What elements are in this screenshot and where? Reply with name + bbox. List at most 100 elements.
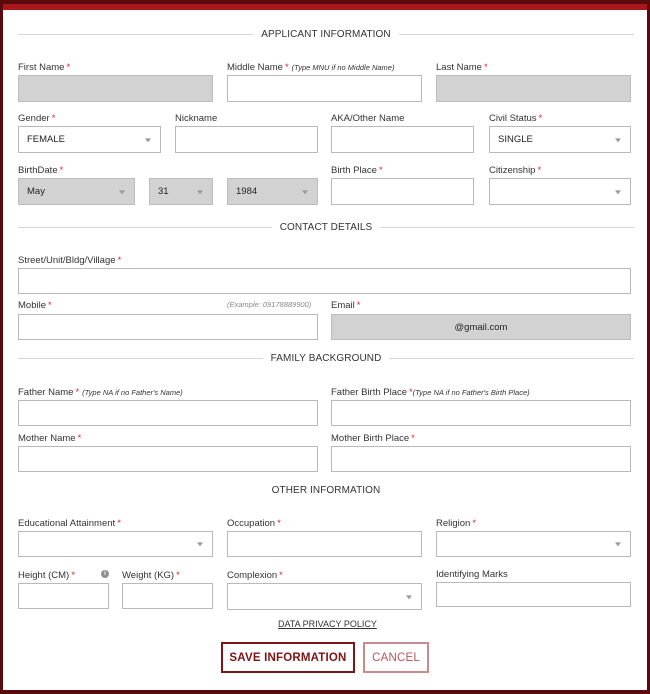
label-text: Educational Attainment: [18, 518, 116, 529]
required-asterisk: *: [483, 62, 488, 73]
required-asterisk: *: [176, 570, 180, 581]
required-asterisk: *: [284, 62, 289, 73]
window-top-border: [0, 0, 650, 4]
label-text: Religion: [436, 518, 471, 529]
mother-birth-place-label: Mother Birth Place *: [331, 433, 415, 444]
label-text: Mobile: [18, 300, 46, 311]
section-title: APPLICANT INFORMATION: [261, 28, 391, 40]
divider: [18, 357, 263, 359]
data-privacy-policy-link[interactable]: DATA PRIVACY POLICY: [278, 619, 377, 629]
occupation-input[interactable]: [227, 531, 422, 557]
label-text: Middle Name: [227, 62, 283, 73]
field-value: 31: [158, 186, 169, 197]
gender-select[interactable]: FEMALE: [18, 126, 161, 153]
label-text: Occupation: [227, 518, 276, 529]
middle-name-hint: (Type MNU if no Middle Name): [291, 63, 395, 72]
divider: [398, 33, 634, 35]
gender-label: Gender *: [18, 113, 55, 124]
height-input[interactable]: [18, 583, 109, 609]
father-name-hint: (Type NA if no Father's Name): [82, 388, 183, 397]
required-asterisk: *: [66, 62, 71, 73]
middle-name-label: Middle Name * (Type MNU if no Middle Name): [227, 62, 394, 73]
required-asterisk: *: [538, 113, 543, 124]
section-contact-details: CONTACT DETAILS: [18, 220, 634, 234]
label-text: Height (CM): [18, 570, 70, 581]
citizenship-select[interactable]: [489, 178, 631, 205]
mother-name-input[interactable]: [18, 446, 318, 472]
dropdown-caret-icon: [197, 542, 203, 547]
required-asterisk: *: [472, 518, 477, 529]
dropdown-caret-icon: [302, 189, 308, 194]
divider: [18, 226, 272, 228]
label-text: Father Name: [18, 387, 74, 398]
required-asterisk: *: [277, 518, 281, 529]
first-name-input[interactable]: [18, 75, 213, 102]
aka-input[interactable]: [331, 126, 474, 153]
divider: [380, 226, 634, 228]
civil-status-select[interactable]: SINGLE: [489, 126, 631, 153]
birth-place-label: Birth Place *: [331, 165, 383, 176]
religion-label: Religion *: [436, 518, 476, 529]
label-text: Complexion: [227, 570, 278, 581]
dropdown-caret-icon: [406, 594, 412, 599]
birth-day-select[interactable]: 31: [149, 178, 213, 205]
section-title: CONTACT DETAILS: [279, 221, 373, 233]
section-title: FAMILY BACKGROUND: [270, 352, 382, 364]
father-birth-place-input[interactable]: [331, 400, 631, 426]
required-asterisk: *: [51, 113, 56, 124]
identifying-marks-input[interactable]: [436, 582, 631, 607]
dropdown-caret-icon: [615, 137, 621, 142]
religion-select[interactable]: [436, 531, 631, 557]
middle-name-input[interactable]: [227, 75, 422, 102]
info-icon[interactable]: i: [101, 570, 109, 578]
field-value: @gmail.com: [454, 321, 508, 333]
save-information-button[interactable]: SAVE INFORMATION: [221, 642, 355, 673]
section-other-information: OTHER INFORMATION: [18, 483, 634, 497]
required-asterisk: *: [117, 255, 122, 266]
field-value: FEMALE: [27, 134, 66, 145]
education-select[interactable]: [18, 531, 213, 557]
mother-birth-place-input[interactable]: [331, 446, 631, 472]
section-family-background: FAMILY BACKGROUND: [18, 351, 635, 365]
street-input[interactable]: [18, 268, 631, 294]
father-name-input[interactable]: [18, 400, 318, 426]
first-name-label: First Name *: [18, 62, 70, 73]
required-asterisk: *: [71, 570, 75, 581]
dropdown-caret-icon: [615, 542, 621, 547]
mobile-input[interactable]: [18, 314, 318, 340]
field-value: 1984: [236, 186, 258, 197]
complexion-select[interactable]: [227, 583, 422, 610]
nickname-input[interactable]: [175, 126, 318, 153]
label-text: Civil Status: [489, 113, 537, 124]
dropdown-caret-icon: [119, 189, 125, 194]
street-label: Street/Unit/Bldg/Village *: [18, 255, 121, 266]
birth-month-select[interactable]: May: [18, 178, 135, 205]
email-input[interactable]: @gmail.com: [331, 314, 631, 340]
birth-place-input[interactable]: [331, 178, 474, 205]
label-text: Street/Unit/Bldg/Village: [18, 255, 116, 266]
required-asterisk: *: [59, 165, 64, 176]
required-asterisk: *: [75, 387, 80, 398]
divider: [18, 33, 254, 35]
divider: [388, 490, 634, 491]
divider: [389, 357, 635, 359]
dropdown-caret-icon: [145, 137, 151, 142]
label-text: First Name: [18, 62, 65, 73]
label-text: Weight (KG): [122, 570, 175, 581]
required-asterisk: *: [378, 165, 383, 176]
cancel-button[interactable]: CANCEL: [363, 642, 429, 673]
mobile-example-hint: (Example: 09178889900): [227, 300, 312, 309]
label-text: Mother Birth Place: [331, 433, 410, 444]
weight-input[interactable]: [122, 583, 213, 609]
mobile-label: Mobile *: [18, 300, 52, 311]
label-text: Email: [331, 300, 355, 311]
section-applicant-information: APPLICANT INFORMATION: [18, 27, 634, 41]
last-name-input[interactable]: [436, 75, 631, 102]
civil-status-label: Civil Status *: [489, 113, 542, 124]
father-birth-place-hint: (Type NA if no Father's Birth Place): [412, 388, 530, 397]
birth-year-select[interactable]: 1984: [227, 178, 318, 205]
mother-name-label: Mother Name *: [18, 433, 81, 444]
nickname-label: Nickname: [175, 113, 217, 124]
required-asterisk: *: [411, 433, 415, 444]
section-title: OTHER INFORMATION: [271, 484, 381, 496]
